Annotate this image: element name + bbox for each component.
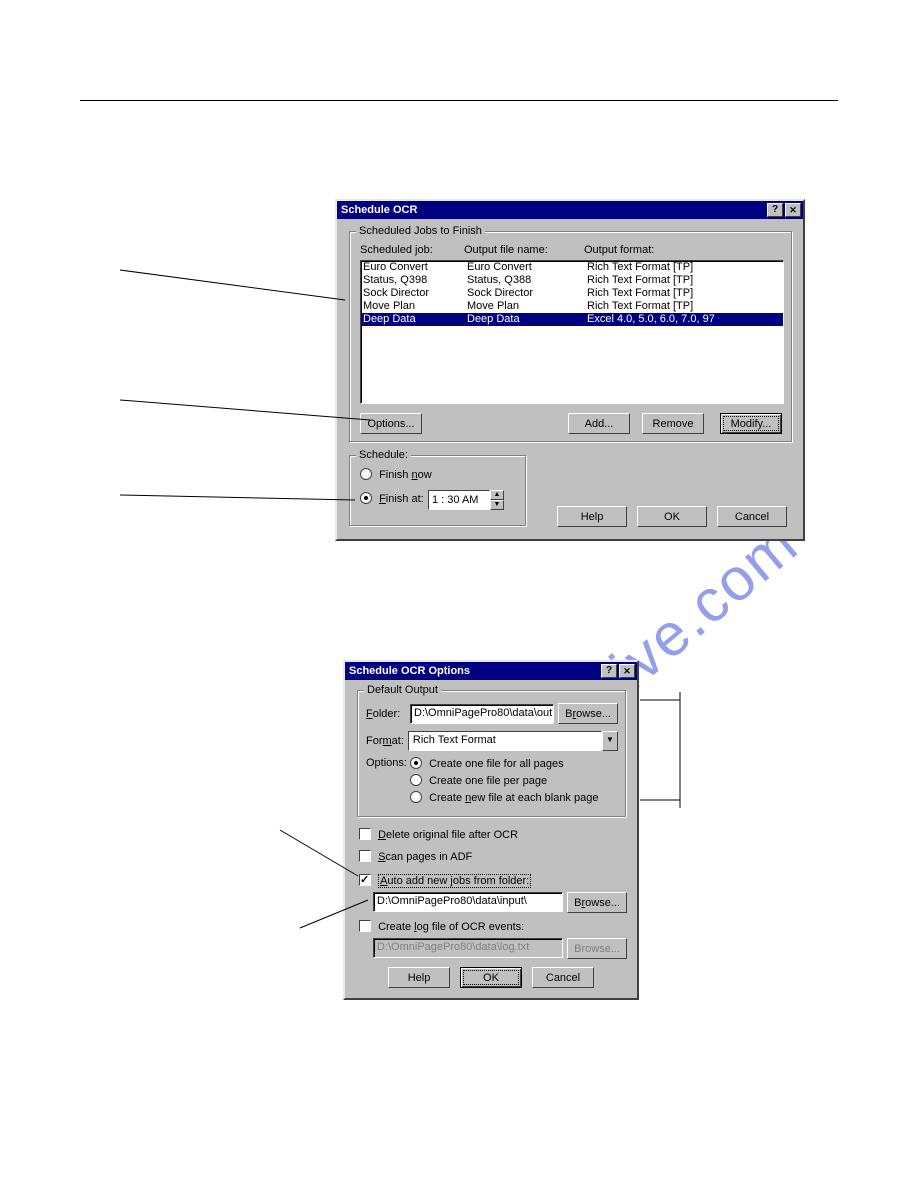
col-header-format: Output format: (584, 244, 780, 256)
checkbox-icon (359, 874, 371, 886)
list-item[interactable]: Deep DataDeep DataExcel 4.0, 5.0, 6.0, 7… (361, 313, 783, 326)
cell-job: Move Plan (363, 300, 467, 313)
close-icon[interactable] (785, 203, 801, 217)
format-value: Rich Text Format (408, 731, 602, 751)
ok-button[interactable]: OK (460, 967, 522, 988)
cell-format: Rich Text Format [TP] (587, 274, 781, 287)
cell-file: Move Plan (467, 300, 587, 313)
opt-per-page-radio[interactable]: Create one file per page (410, 774, 618, 787)
radio-icon (410, 757, 422, 769)
browse-log-button: Browse... (567, 938, 627, 959)
format-label: Format: (366, 735, 404, 747)
titlebar: Schedule OCR (337, 201, 803, 219)
help-button[interactable]: Help (388, 967, 450, 988)
list-item[interactable]: Sock DirectorSock DirectorRich Text Form… (361, 287, 783, 300)
cell-format: Rich Text Format [TP] (587, 287, 781, 300)
page-divider (80, 100, 838, 101)
remove-button[interactable]: Remove (642, 413, 704, 434)
close-icon[interactable] (619, 664, 635, 678)
checkbox-icon (359, 828, 371, 840)
schedule-ocr-options-dialog: Schedule OCR Options Default Output Fold… (343, 660, 639, 1000)
list-item[interactable]: Status, Q398Status, Q388Rich Text Format… (361, 274, 783, 287)
radio-icon (410, 774, 422, 786)
group-label: Schedule: (356, 449, 411, 461)
opt-all-pages-radio[interactable]: Create one file for all pages (410, 757, 618, 770)
chevron-down-icon[interactable]: ▼ (602, 731, 618, 751)
ok-button[interactable]: OK (637, 506, 707, 527)
cell-job: Deep Data (363, 313, 467, 326)
format-combo[interactable]: Rich Text Format ▼ (408, 731, 618, 751)
cell-job: Euro Convert (363, 261, 467, 274)
spin-down-icon[interactable]: ▼ (490, 500, 504, 510)
cell-format: Rich Text Format [TP] (587, 300, 781, 313)
default-output-group: Default Output Folder: D:\OmniPagePro80\… (357, 690, 627, 818)
schedule-group: Schedule: Finish now Finish at: ▲ ▼ (349, 455, 527, 527)
schedule-ocr-dialog: Schedule OCR Scheduled Jobs to Finish Sc… (335, 199, 805, 541)
callout-lines (0, 0, 918, 1188)
cancel-button[interactable]: Cancel (532, 967, 594, 988)
finish-at-radio[interactable]: Finish at: (360, 492, 424, 505)
create-log-checkbox[interactable]: Create log file of OCR events: (359, 920, 524, 933)
checkbox-icon (359, 850, 371, 862)
radio-icon (360, 492, 372, 504)
titlebar: Schedule OCR Options (345, 662, 637, 680)
browse-folder-button[interactable]: Browse... (558, 703, 618, 724)
radio-icon (360, 468, 372, 480)
cell-format: Rich Text Format [TP] (587, 261, 781, 274)
folder-label: Folder: (366, 708, 406, 720)
cell-file: Euro Convert (467, 261, 587, 274)
cell-job: Sock Director (363, 287, 467, 300)
auto-add-checkbox[interactable]: Auto add new jobs from folder: (359, 874, 531, 887)
finish-now-radio[interactable]: Finish now (360, 468, 432, 481)
help-button[interactable]: Help (557, 506, 627, 527)
list-item[interactable]: Move PlanMove PlanRich Text Format [TP] (361, 300, 783, 313)
cell-job: Status, Q398 (363, 274, 467, 287)
help-icon[interactable] (601, 664, 617, 678)
dialog-title: Schedule OCR Options (349, 665, 599, 677)
col-header-file: Output file name: (464, 244, 584, 256)
col-header-job: Scheduled job: (360, 244, 464, 256)
add-button[interactable]: Add... (568, 413, 630, 434)
auto-add-path-input[interactable]: D:\OmniPagePro80\data\input\ (373, 892, 563, 912)
cancel-button[interactable]: Cancel (717, 506, 787, 527)
list-item[interactable]: Euro ConvertEuro ConvertRich Text Format… (361, 261, 783, 274)
cell-file: Status, Q388 (467, 274, 587, 287)
group-label: Default Output (364, 684, 441, 696)
scan-adf-checkbox[interactable]: Scan pages in ADF (359, 850, 472, 863)
modify-button[interactable]: Modify... (720, 413, 782, 434)
cell-file: Sock Director (467, 287, 587, 300)
opt-blank-page-radio[interactable]: Create new file at each blank page (410, 791, 618, 804)
jobs-listbox[interactable]: Euro ConvertEuro ConvertRich Text Format… (360, 260, 784, 404)
spin-up-icon[interactable]: ▲ (490, 490, 504, 500)
checkbox-icon (359, 920, 371, 932)
group-label: Scheduled Jobs to Finish (356, 225, 485, 237)
browse-auto-add-button[interactable]: Browse... (567, 892, 627, 913)
cell-format: Excel 4.0, 5.0, 6.0, 7.0, 97 (587, 313, 781, 326)
options-label: Options: (366, 757, 406, 804)
log-path-input: D:\OmniPagePro80\data\log.txt (373, 938, 563, 958)
finish-time-spinner[interactable]: ▲ ▼ (428, 490, 504, 510)
finish-time-input[interactable] (428, 490, 490, 510)
dialog-title: Schedule OCR (341, 204, 765, 216)
scheduled-jobs-group: Scheduled Jobs to Finish Scheduled job: … (349, 231, 793, 443)
help-icon[interactable] (767, 203, 783, 217)
folder-input[interactable]: D:\OmniPagePro80\data\output\ (410, 704, 554, 724)
cell-file: Deep Data (467, 313, 587, 326)
options-button[interactable]: Options... (360, 413, 422, 434)
radio-icon (410, 791, 422, 803)
delete-original-checkbox[interactable]: Delete original file after OCR (359, 828, 518, 841)
